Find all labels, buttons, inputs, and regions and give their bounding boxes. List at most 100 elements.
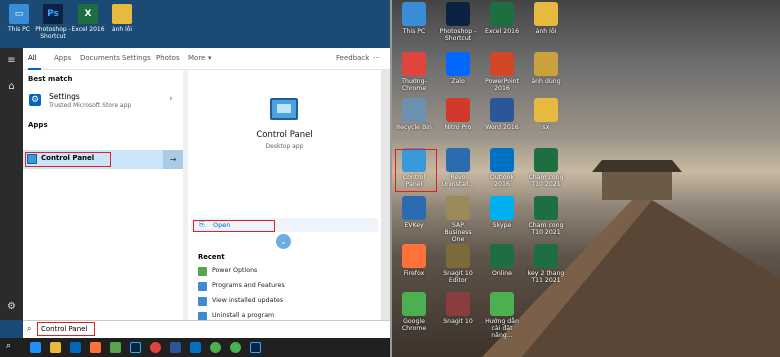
apps-header: Apps — [28, 121, 48, 129]
desktop-icon-label: ảnh lỗi — [111, 26, 133, 33]
desktop-icon[interactable]: This PC — [394, 2, 434, 35]
desktop-icon[interactable]: Outlook 2016 — [482, 148, 522, 188]
arrow-right-icon[interactable]: → — [163, 150, 183, 169]
results-list: Best match ⚙ Settings Trusted Microsoft … — [23, 70, 183, 320]
desktop-icon-label: Hướng dẫn cài đặt nâng... — [485, 318, 519, 339]
app-icon — [446, 52, 470, 76]
desktop-icon[interactable]: Google Chrome — [394, 292, 434, 332]
recent-item[interactable]: View installed updates — [198, 295, 373, 309]
firefox-icon[interactable] — [90, 342, 101, 353]
settings-gear-icon: ⚙ — [29, 94, 41, 106]
search-tabs: All Apps Documents Settings Photos More … — [23, 48, 390, 70]
detail-title: Control Panel — [256, 130, 313, 140]
desktop-icon[interactable]: ảnh dùng — [526, 52, 566, 85]
desktop-icon[interactable]: Skype — [482, 196, 522, 229]
tab-settings[interactable]: Settings — [122, 54, 151, 62]
gear-icon[interactable]: ⚙ — [5, 300, 18, 313]
desktop-icon-folder[interactable]: ảnh lỗi — [103, 4, 141, 33]
app-icon — [446, 292, 470, 316]
annotation-box — [193, 220, 275, 232]
expand-chevron-icon[interactable]: ⌄ — [276, 234, 291, 249]
desktop-icon-label: Word 2016 — [485, 124, 519, 131]
desktop-icon[interactable]: Nitro Pro — [438, 98, 478, 131]
desktop-icon[interactable]: Hướng dẫn cài đặt nâng... — [482, 292, 522, 339]
more-options-icon[interactable]: ··· — [373, 54, 380, 62]
desktop-icon[interactable]: SAP Business One — [438, 196, 478, 243]
chrome-icon[interactable] — [230, 342, 241, 353]
store-icon[interactable] — [70, 342, 81, 353]
app-icon — [490, 148, 514, 172]
chrome-icon[interactable] — [210, 342, 221, 353]
recent-item[interactable]: Power Options — [198, 265, 373, 279]
desktop-icon-excel[interactable]: X Excel 2016 — [69, 4, 107, 33]
task-view-icon[interactable] — [30, 342, 41, 353]
desktop-icon-photoshop[interactable]: Ps Photoshop - Shortcut — [34, 4, 72, 40]
app-icon — [402, 52, 426, 76]
app-icon — [402, 244, 426, 268]
recent-item-label: View installed updates — [212, 297, 284, 304]
desktop-icon[interactable]: Thường-Chrome — [394, 52, 434, 92]
app-icon — [446, 196, 470, 220]
taskbar-search-box[interactable]: ⌕ Control Panel — [23, 320, 390, 338]
desktop-icon[interactable]: key 2 thang T11 2021 — [526, 244, 566, 284]
best-match-header: Best match — [28, 75, 73, 83]
outlook-icon[interactable] — [190, 342, 201, 353]
word-icon[interactable] — [170, 342, 181, 353]
desktop-icon-label: Revo Uninstall... — [441, 174, 475, 188]
tab-documents[interactable]: Documents — [80, 54, 120, 62]
desktop-icon[interactable]: Cham cong T10 2021 — [526, 148, 566, 188]
app-icon — [534, 2, 558, 26]
desktop-icon[interactable]: ảnh lỗi — [526, 2, 566, 35]
file-explorer-icon[interactable] — [50, 342, 61, 353]
desktop-icon[interactable]: Zalo — [438, 52, 478, 85]
desktop-icon[interactable]: Revo Uninstall... — [438, 148, 478, 188]
desktop-icon[interactable]: Cham cong T10 2021 — [526, 196, 566, 236]
feedback-link[interactable]: Feedback — [336, 54, 369, 62]
app-icon — [534, 196, 558, 220]
tab-all[interactable]: All — [28, 54, 37, 62]
app-icon — [534, 52, 558, 76]
taskbar: ⌕ — [0, 338, 390, 357]
left-screenshot: ▭ This PC Ps Photoshop - Shortcut X Exce… — [0, 0, 390, 357]
desktop-icon[interactable]: Word 2016 — [482, 98, 522, 131]
photoshop-icon[interactable] — [130, 342, 141, 353]
updates-icon — [198, 297, 207, 306]
app-icon — [402, 98, 426, 122]
home-icon[interactable]: ⌂ — [5, 80, 18, 93]
desktop-icon[interactable]: Online — [482, 244, 522, 277]
scrollbar[interactable] — [381, 70, 390, 320]
tab-apps[interactable]: Apps — [54, 54, 71, 62]
search-icon[interactable]: ⌕ — [6, 341, 11, 351]
right-screenshot: This PC Photoshop - Shortcut Excel 2016 ảnh… — [392, 0, 780, 357]
app-icon[interactable] — [110, 342, 121, 353]
app-icon — [446, 2, 470, 26]
best-match-item[interactable]: ⚙ Settings Trusted Microsoft Store app › — [23, 89, 183, 116]
tab-photos[interactable]: Photos — [156, 54, 180, 62]
hamburger-icon[interactable]: ≡ — [5, 54, 18, 67]
desktop-icon[interactable]: Excel 2016 — [482, 2, 522, 35]
tab-more[interactable]: More — [188, 54, 205, 62]
desktop-icon-label: key 2 thang T11 2021 — [527, 270, 565, 284]
app-icon — [402, 2, 426, 26]
chevron-down-icon[interactable]: ▾ — [208, 54, 212, 62]
desktop-icon-label: sx — [542, 124, 550, 131]
desktop-icon-this-pc[interactable]: ▭ This PC — [0, 4, 38, 33]
desktop-icon[interactable]: sx — [526, 98, 566, 131]
chrome-icon[interactable] — [150, 342, 161, 353]
desktop-icon[interactable]: Firefox — [394, 244, 434, 277]
photoshop-icon[interactable] — [250, 342, 261, 353]
desktop-icon[interactable]: Snagit 10 Editor — [438, 244, 478, 284]
desktop-icon-label: Snagit 10 — [443, 318, 473, 325]
desktop-icon[interactable]: Photoshop - Shortcut — [438, 2, 478, 42]
recent-item[interactable]: Programs and Features — [198, 280, 373, 294]
desktop-icon-label: Online — [492, 270, 512, 277]
desktop-icon-label: Snagit 10 Editor — [443, 270, 473, 284]
power-options-icon — [198, 267, 207, 276]
desktop-icon[interactable]: PowerPoint 2016 — [482, 52, 522, 92]
app-icon — [490, 2, 514, 26]
desktop-icon[interactable]: Snagit 10 — [438, 292, 478, 325]
app-icon — [490, 98, 514, 122]
desktop-icon[interactable]: EVKey — [394, 196, 434, 229]
desktop-icon[interactable]: Recycle Bin — [394, 98, 434, 131]
recent-header: Recent — [198, 253, 225, 261]
